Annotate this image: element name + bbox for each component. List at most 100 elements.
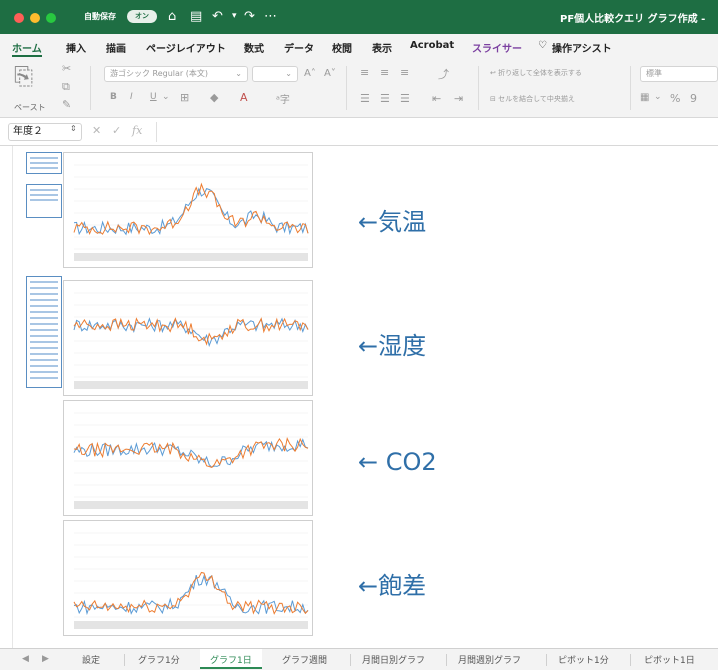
accounting-dropdown-icon[interactable]: ⌄ [654, 92, 662, 102]
wrap-text-button[interactable]: ↩ 折り返して全体を表示する [490, 68, 582, 78]
x-axis-labels [74, 253, 308, 261]
humidity-chart-plot [73, 292, 309, 389]
sheet-tab-monthly-weekly[interactable]: 月間週別グラフ [458, 653, 521, 666]
align-bottom-icon[interactable]: ≡ [400, 66, 409, 79]
format-painter-icon[interactable]: ✎ [62, 98, 71, 111]
temperature-chart-plot [73, 164, 309, 261]
series-line-orange [73, 182, 309, 236]
annotation-temperature: ←気温 [358, 208, 427, 236]
insert-function-button[interactable]: fx [132, 124, 142, 137]
formula-bar: 年度２ ⇕ ✕ ✓ fx [0, 118, 718, 146]
slicer-thumbnail[interactable] [26, 276, 62, 388]
next-sheet-icon[interactable]: ▶ [42, 654, 49, 664]
tab-page-layout[interactable]: ページレイアウト [146, 40, 226, 55]
humidity-chart[interactable] [63, 280, 313, 396]
wrap-text-icon: ↩ [490, 69, 499, 77]
co2-chart-plot [73, 412, 309, 509]
tab-insert[interactable]: 挿入 [66, 40, 86, 55]
tab-tell-me[interactable]: 操作アシスト [552, 40, 612, 55]
more-icon[interactable]: ⋯ [264, 9, 277, 24]
close-window-button[interactable] [14, 13, 24, 23]
font-size-select[interactable]: ⌄ [252, 66, 298, 82]
annotation-vpd: ←飽差 [358, 572, 427, 600]
previous-sheet-icon[interactable]: ◀ [22, 654, 29, 664]
tab-view[interactable]: 表示 [372, 40, 392, 55]
underline-icon[interactable]: U [150, 92, 157, 102]
merge-center-button[interactable]: ⊟ セルを結合して中央揃え [490, 94, 575, 104]
underline-dropdown-icon[interactable]: ⌄ [162, 92, 170, 102]
sheet-tab-graph-weekly[interactable]: グラフ週間 [282, 653, 327, 666]
tab-data[interactable]: データ [284, 40, 314, 55]
sheet-tab-graph-1day[interactable]: グラフ1日 [200, 649, 262, 669]
decrease-indent-icon[interactable]: ⇤ [432, 92, 441, 105]
paste-button[interactable]: ペースト [14, 102, 46, 113]
paste-icon[interactable]: ⎘ [14, 62, 33, 90]
vpd-chart[interactable] [63, 520, 313, 636]
sheet-tab-pivot-1day[interactable]: ピボット1日 [644, 653, 695, 666]
undo-icon[interactable]: ↶ [212, 9, 223, 24]
series-line-orange [73, 317, 309, 346]
annotation-co2: ← CO2 [358, 448, 437, 476]
increase-indent-icon[interactable]: ⇥ [454, 92, 463, 105]
series-line-blue [73, 317, 309, 348]
align-middle-icon[interactable]: ≡ [380, 66, 389, 79]
title-bar: 自動保存 オン ⌂ ▤ ↶ ▾ ↷ ⋯ PF個人比較クエリ グラフ作成 - [0, 0, 718, 34]
sheet-tab-graph-1min[interactable]: グラフ1分 [138, 653, 180, 666]
chevron-down-icon: ⌄ [285, 69, 292, 78]
x-axis-labels [74, 501, 308, 509]
number-format-select[interactable]: 標準 [640, 66, 718, 82]
align-center-icon[interactable]: ☰ [380, 92, 390, 105]
sheet-tab-monthly-daily[interactable]: 月間日別グラフ [362, 653, 425, 666]
accounting-format-icon[interactable]: ▦ [640, 92, 649, 103]
tab-draw[interactable]: 描画 [106, 40, 126, 55]
font-color-icon[interactable]: A [240, 91, 248, 104]
tab-formulas[interactable]: 数式 [244, 40, 264, 55]
slicer-thumbnail[interactable] [26, 184, 62, 218]
ribbon-tabs: ホーム 挿入 描画 ページレイアウト 数式 データ 校閲 表示 Acrobat … [0, 34, 718, 58]
vpd-chart-plot [73, 532, 309, 629]
ribbon: ⎘ ペースト ✂ ⧉ ✎ 游ゴシック Regular (本文) ⌄ ⌄ A˄ A˅… [0, 58, 718, 118]
worksheet-area[interactable]: ←気温 ←湿度 ← CO2 ←飽差 [0, 146, 718, 648]
x-axis-labels [74, 621, 308, 629]
cancel-icon[interactable]: ✕ [92, 124, 101, 137]
temperature-chart[interactable] [63, 152, 313, 268]
minimize-window-button[interactable] [30, 13, 40, 23]
tab-home[interactable]: ホーム [12, 40, 42, 57]
align-right-icon[interactable]: ☰ [400, 92, 410, 105]
bold-icon[interactable]: B [110, 92, 117, 102]
cut-icon[interactable]: ✂ [62, 62, 71, 75]
font-name-select[interactable]: 游ゴシック Regular (本文) ⌄ [104, 66, 248, 82]
align-left-icon[interactable]: ☰ [360, 92, 370, 105]
zoom-window-button[interactable] [46, 13, 56, 23]
italic-icon[interactable]: I [130, 92, 133, 102]
phonetic-icon[interactable]: ᵃ字 [276, 91, 290, 106]
autosave-toggle[interactable]: オン [127, 10, 157, 23]
home-icon[interactable]: ⌂ [168, 9, 176, 24]
tab-review[interactable]: 校閲 [332, 40, 352, 55]
sheet-tab-settings[interactable]: 設定 [82, 653, 100, 666]
redo-icon[interactable]: ↷ [244, 9, 255, 24]
font-name-value: 游ゴシック Regular (本文) [110, 69, 209, 78]
sheet-tab-pivot-1min[interactable]: ピボット1分 [558, 653, 609, 666]
save-icon[interactable]: ▤ [190, 9, 202, 24]
undo-dropdown-icon[interactable]: ▾ [232, 9, 237, 24]
decrease-font-icon[interactable]: A˅ [324, 68, 336, 79]
tab-acrobat[interactable]: Acrobat [410, 40, 454, 51]
name-box-stepper-icon[interactable]: ⇕ [70, 124, 77, 133]
increase-font-icon[interactable]: A˄ [304, 68, 316, 79]
formula-input[interactable] [162, 122, 712, 142]
tab-slicer[interactable]: スライサー [472, 40, 522, 55]
copy-icon[interactable]: ⧉ [62, 80, 70, 94]
tell-me-icon[interactable]: ♡ [538, 40, 547, 51]
slicer-thumbnail[interactable] [26, 152, 62, 174]
comma-style-icon[interactable]: 9 [690, 92, 697, 105]
fill-color-icon[interactable]: ◆ [210, 91, 218, 104]
autosave-label: 自動保存 [84, 12, 116, 21]
enter-icon[interactable]: ✓ [112, 124, 121, 137]
merge-center-label: セルを結合して中央揃え [498, 95, 575, 103]
orientation-icon[interactable]: ⤴ [438, 66, 449, 82]
co2-chart[interactable] [63, 400, 313, 516]
align-top-icon[interactable]: ≡ [360, 66, 369, 79]
percent-icon[interactable]: % [670, 92, 680, 105]
borders-icon[interactable]: ⊞ [180, 91, 189, 104]
